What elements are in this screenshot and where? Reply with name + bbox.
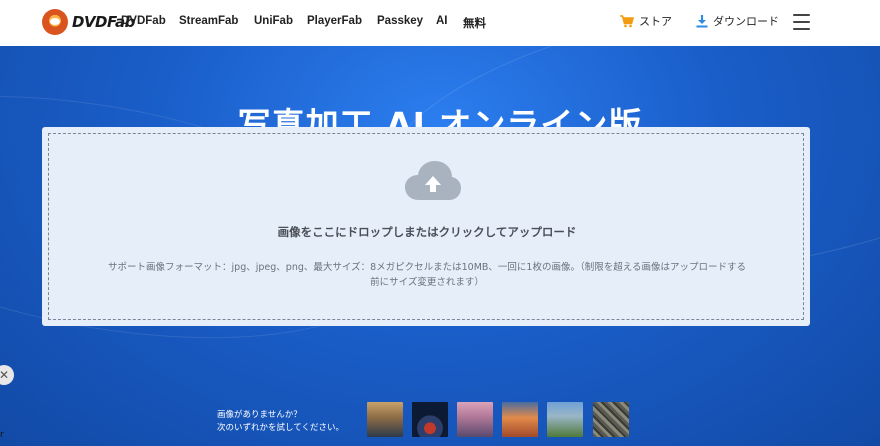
nav-playerfab[interactable]: PlayerFab (307, 15, 362, 27)
site-header: DVDFab DVDFab StreamFab UniFab PlayerFab… (0, 0, 880, 46)
format-note-line-2: 前にサイズ変更されます） (370, 277, 484, 288)
sample-image-5[interactable] (547, 402, 583, 437)
cart-icon (620, 14, 634, 27)
sample-image-6[interactable] (593, 402, 629, 437)
store-label: ストア (639, 15, 672, 28)
store-link[interactable]: ストア (620, 13, 672, 29)
dropzone-border: 画像をここにドロップしまたはクリックしてアップロード サポート画像フォーマット：… (48, 133, 804, 320)
sample-prompt-line-1: 画像がありませんか？ (217, 410, 302, 420)
download-label: ダウンロード (713, 15, 779, 28)
download-icon (696, 14, 708, 27)
menu-icon[interactable] (793, 14, 810, 30)
upload-dropzone[interactable]: 画像をここにドロップしまたはクリックしてアップロード サポート画像フォーマット：… (42, 127, 810, 326)
nav-streamfab[interactable]: StreamFab (179, 15, 238, 27)
nav-unifab[interactable]: UniFab (254, 15, 293, 27)
upload-format-note: サポート画像フォーマット：jpg、jpeg、png、最大サイズ：8メガピクセルま… (79, 260, 775, 290)
nav-passkey[interactable]: Passkey (377, 15, 423, 27)
upload-cloud-icon (405, 161, 461, 200)
upload-instruction: 画像をここにドロップしまたはクリックしてアップロード (277, 225, 577, 239)
sample-prompt: 画像がありませんか？ 次のいずれかを試してください。 (217, 409, 344, 435)
sample-prompt-line-2: 次のいずれかを試してください。 (217, 423, 344, 433)
nav-ai[interactable]: AI (436, 15, 448, 27)
sample-image-4[interactable] (502, 402, 538, 437)
download-link[interactable]: ダウンロード (696, 13, 779, 29)
logo-mascot-icon (42, 9, 68, 35)
corner-fragment: r (0, 430, 4, 440)
format-note-line-1: サポート画像フォーマット：jpg、jpeg、png、最大サイズ：8メガピクセルま… (108, 262, 746, 273)
sample-image-3[interactable] (457, 402, 493, 437)
sample-image-2[interactable] (412, 402, 448, 437)
nav-free[interactable]: 無料 (463, 15, 486, 31)
sample-image-1[interactable] (367, 402, 403, 437)
nav-dvdfab[interactable]: DVDFab (121, 15, 166, 27)
